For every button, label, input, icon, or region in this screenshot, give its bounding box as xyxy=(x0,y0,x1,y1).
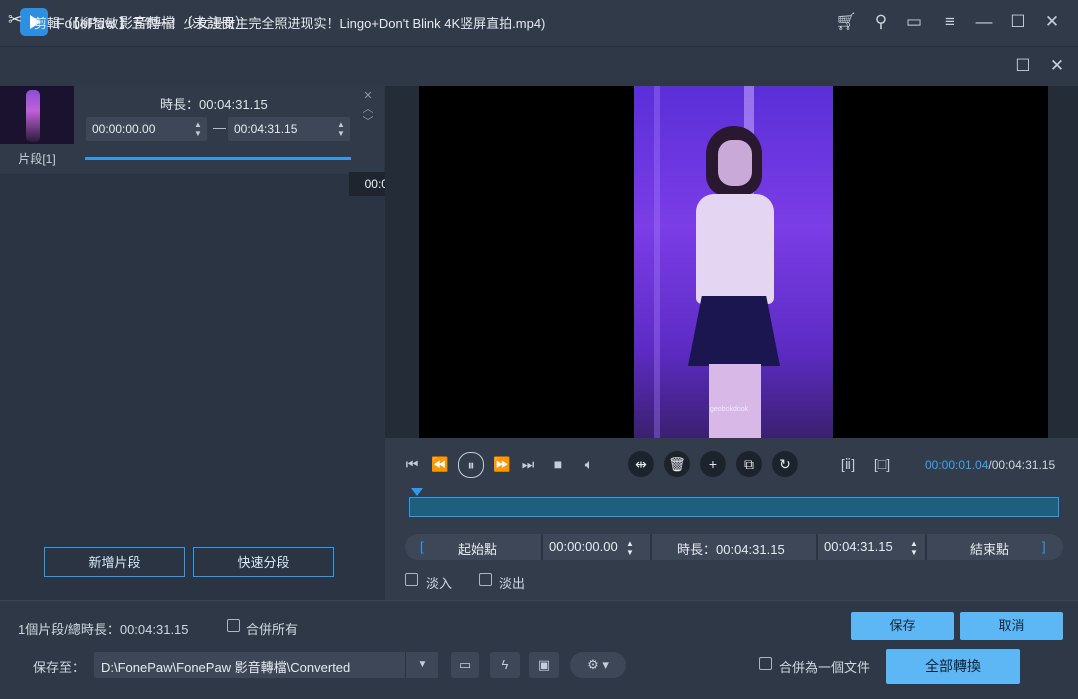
segment-progress-bar xyxy=(85,157,351,160)
cancel-button[interactable]: 取消 xyxy=(960,612,1063,640)
mark-out-icon[interactable]: [□] xyxy=(870,452,894,476)
chat-icon[interactable]: ▭ xyxy=(901,9,927,35)
trim-start-field[interactable]: 00:00:00.00 xyxy=(549,539,618,554)
fade-out-label: 淡出 xyxy=(499,576,526,591)
video-frame: geobokdook xyxy=(634,86,833,438)
fast-split-button[interactable]: 快速分段 xyxy=(193,547,334,577)
merge-one-file-checkbox[interactable] xyxy=(759,657,772,670)
video-watermark: geobokdook xyxy=(710,406,749,413)
gpu-on-icon[interactable]: ▣ xyxy=(529,652,559,678)
segment-end-value: 00:04:31.15 xyxy=(234,122,298,136)
trim-end-field[interactable]: 00:04:31.15 xyxy=(824,539,893,554)
acceleration-off-icon[interactable]: ϟ xyxy=(490,652,520,678)
skip-start-icon[interactable]: ⏮ xyxy=(400,452,424,476)
timeline-track[interactable] xyxy=(409,497,1059,517)
reset-icon[interactable]: ↻ xyxy=(772,451,798,477)
spinner-icon[interactable]: ▲ ▼ xyxy=(626,539,634,557)
clip-summary: 1個片段/總時長：00:04:31.15 xyxy=(18,622,189,637)
fade-in-checkbox[interactable] xyxy=(405,573,418,586)
segment-start-value: 00:00:00.00 xyxy=(92,122,156,136)
spinner-icon[interactable]: ▲ ▼ xyxy=(336,120,346,138)
forward-icon[interactable]: ⏩ xyxy=(490,452,514,476)
clip-thumbnail[interactable] xyxy=(0,86,74,144)
convert-all-button[interactable]: 全部轉換 xyxy=(886,649,1020,684)
edit-window-title: 剪輯（【柳智敏】五钓一！少女漫女主完全照进现实！Lingo+Don't Blin… xyxy=(34,16,546,31)
output-path: D:\FonePaw\FonePaw 影音轉檔\Converted xyxy=(101,660,351,675)
rewind-icon[interactable]: ⏪ xyxy=(428,452,452,476)
fade-in-label: 淡入 xyxy=(426,576,453,591)
clip-label: 片段[1] xyxy=(0,144,74,174)
range-dash: — xyxy=(213,120,226,135)
trim-separator xyxy=(650,534,652,560)
set-end-button[interactable]: 結束點 xyxy=(970,539,1009,558)
edit-close-icon[interactable]: ✕ xyxy=(1044,53,1070,79)
cart-icon[interactable]: 🛒︎ xyxy=(833,9,859,35)
skip-end-icon[interactable]: ⏭ xyxy=(516,452,540,476)
split-icon[interactable]: ⇹ xyxy=(628,451,654,477)
copy-icon[interactable]: ⧉ xyxy=(736,451,762,477)
trim-separator xyxy=(541,534,543,560)
merge-all-checkbox[interactable] xyxy=(227,619,240,632)
start-bracket: [ xyxy=(420,539,424,554)
volume-icon[interactable]: 🔈︎ xyxy=(577,452,601,476)
key-icon[interactable]: ⚲ xyxy=(868,9,894,35)
save-button[interactable]: 保存 xyxy=(851,612,954,640)
total-time: /00:04:31.15 xyxy=(988,458,1056,472)
segment-start-field[interactable]: 00:00:00.00 ▲ ▼ xyxy=(86,117,207,141)
spinner-icon[interactable]: ▲ ▼ xyxy=(910,539,918,557)
playhead-marker[interactable] xyxy=(411,488,423,496)
trim-separator xyxy=(925,534,927,560)
trim-duration: 時長：00:04:31.15 xyxy=(677,542,785,557)
delete-icon[interactable]: 🗑︎ xyxy=(664,451,690,477)
menu-icon[interactable]: ≡ xyxy=(937,9,963,35)
set-start-button[interactable]: 起始點 xyxy=(458,539,497,558)
trim-separator xyxy=(816,534,818,560)
edit-header xyxy=(0,46,1078,87)
chevron-down-icon[interactable]: ▼ xyxy=(405,652,439,678)
merge-all-label: 合併所有 xyxy=(246,622,299,637)
segment-duration: 時長：00:04:31.15 xyxy=(160,97,268,112)
mark-in-icon[interactable]: [ⅱ] xyxy=(836,452,860,476)
settings-icon[interactable]: ⚙ ▾ xyxy=(570,652,626,678)
fade-out-checkbox[interactable] xyxy=(479,573,492,586)
end-bracket: ] xyxy=(1042,539,1046,554)
spinner-icon[interactable]: ▲ ▼ xyxy=(193,120,203,138)
stop-icon[interactable]: ■ xyxy=(546,452,570,476)
add-segment-button[interactable]: 新增片段 xyxy=(44,547,185,577)
segment-end-field[interactable]: 00:04:31.15 ▲ ▼ xyxy=(228,117,350,141)
add-icon[interactable]: + xyxy=(700,451,726,477)
close-icon[interactable]: ✕ xyxy=(1039,9,1065,35)
pause-icon[interactable]: ⏸ xyxy=(458,452,484,478)
save-to-label: 保存至： xyxy=(33,660,86,675)
folder-icon[interactable]: ▭ xyxy=(451,652,479,678)
minimize-icon[interactable]: — xyxy=(971,9,997,35)
segment-controls[interactable]: ✕ ︿ ﹀ xyxy=(361,90,375,129)
current-time: 00:00:01.04 xyxy=(925,458,989,472)
time-readout: 00:00:01.04/00:04:31.15 xyxy=(925,458,1055,472)
merge-one-file-label: 合併為一個文件 xyxy=(779,660,871,675)
maximize-icon[interactable]: ☐ xyxy=(1005,9,1031,35)
scissors-icon: ✂ xyxy=(8,10,23,29)
edit-maximize-icon[interactable]: ☐ xyxy=(1010,53,1036,79)
